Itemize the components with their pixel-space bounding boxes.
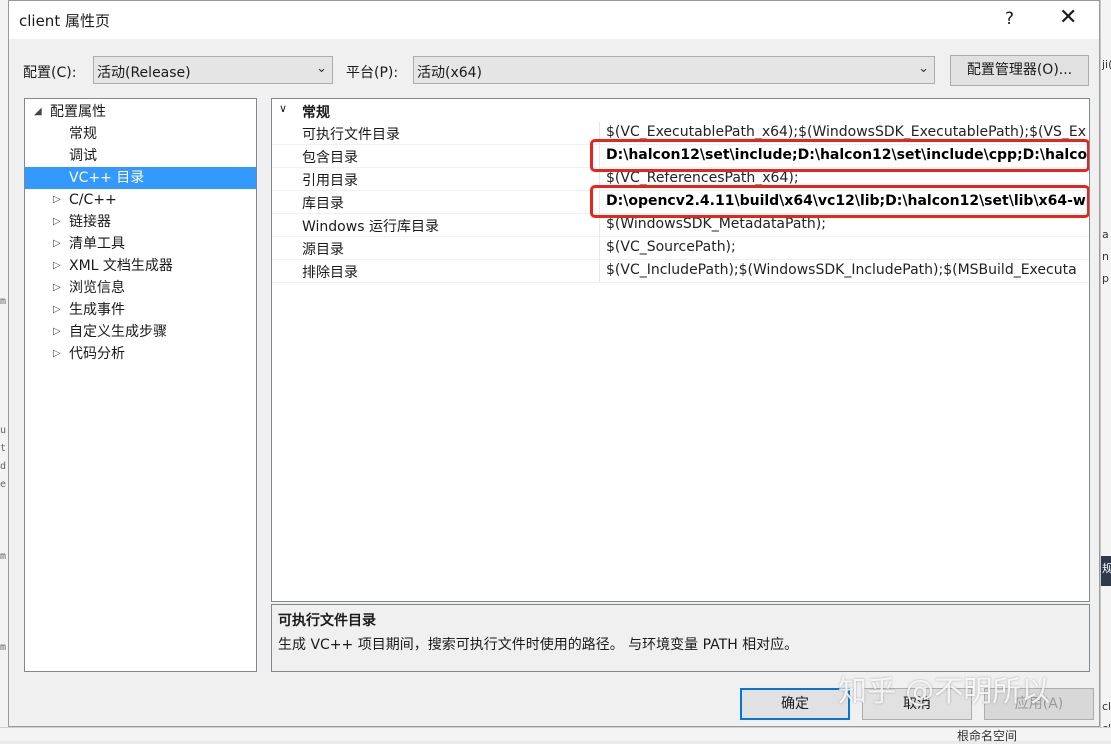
tree-item-c-cpp[interactable]: ▷ C/C++	[25, 189, 256, 211]
background-fragment: n	[1102, 250, 1109, 263]
property-value[interactable]: $(VC_SourcePath);	[606, 239, 736, 255]
tree-item-label: 浏览信息	[69, 280, 125, 296]
property-value[interactable]: D:\halcon12\set\include;D:\halcon12\set\…	[606, 147, 1089, 163]
tree-item-label: 自定义生成步骤	[69, 324, 167, 340]
collapsed-triangle-icon[interactable]: ▷	[53, 233, 61, 255]
collapsed-triangle-icon[interactable]: ▷	[53, 343, 61, 365]
configuration-label: 配置(C):	[23, 65, 77, 81]
collapsed-triangle-icon[interactable]: ▷	[53, 255, 61, 277]
background-fragment: e	[0, 479, 7, 490]
tree-item-debugging[interactable]: 调试	[25, 145, 256, 167]
ok-button[interactable]: 确定	[740, 688, 850, 720]
platform-label: 平台(P):	[346, 65, 399, 81]
background-fragment: m	[0, 551, 7, 562]
property-row-exclude-directories[interactable]: 排除目录 $(VC_IncludePath);$(WindowsSDK_Incl…	[272, 260, 1089, 283]
chevron-down-icon: ⌄	[918, 61, 929, 76]
dialog-title: client 属性页	[19, 12, 110, 30]
expanded-triangle-icon[interactable]: ◢	[34, 101, 42, 123]
tree-item-general[interactable]: 常规	[25, 123, 256, 145]
tree-item-configuration-properties[interactable]: ◢ 配置属性	[25, 101, 256, 123]
property-pages-dialog: client 属性页 ? ✕ 配置(C): 活动(Release) ⌄ 平台(P…	[8, 0, 1100, 727]
property-value[interactable]: $(VC_ExecutablePath_x64);$(WindowsSDK_Ex…	[606, 124, 1086, 140]
chevron-down-icon: ⌄	[316, 61, 327, 76]
category-label: 常规	[302, 105, 330, 121]
tree-item-label: VC++ 目录	[69, 170, 145, 186]
tree-item-custom-build-step[interactable]: ▷ 自定义生成步骤	[25, 321, 256, 343]
collapsed-triangle-icon[interactable]: ▷	[53, 321, 61, 343]
tree-item-browse-information[interactable]: ▷ 浏览信息	[25, 277, 256, 299]
collapsed-triangle-icon[interactable]: ▷	[53, 277, 61, 299]
background-panel-strip: ji( a n p 规 cl cl	[1100, 0, 1111, 740]
configuration-value: 活动(Release)	[97, 65, 191, 81]
description-title: 可执行文件目录	[278, 613, 376, 629]
tree-item-xml-doc-generator[interactable]: ▷ XML 文档生成器	[25, 255, 256, 277]
background-fragment: u	[0, 425, 7, 436]
tree-item-manifest-tool[interactable]: ▷ 清单工具	[25, 233, 256, 255]
property-value[interactable]: $(VC_IncludePath);$(WindowsSDK_IncludePa…	[606, 262, 1077, 278]
tree-item-label: 常规	[69, 126, 97, 142]
tree-item-vc-directories[interactable]: VC++ 目录	[25, 167, 256, 189]
tree-item-code-analysis[interactable]: ▷ 代码分析	[25, 343, 256, 365]
tree-item-label: 清单工具	[69, 236, 125, 252]
tree-item-linker[interactable]: ▷ 链接器	[25, 211, 256, 233]
property-name: 包含目录	[302, 150, 358, 166]
background-fragment: m	[0, 642, 7, 653]
property-value[interactable]: $(WindowsSDK_MetadataPath);	[606, 216, 826, 232]
property-value[interactable]: $(VC_ReferencesPath_x64);	[606, 170, 799, 186]
close-button[interactable]: ✕	[1059, 5, 1077, 30]
background-bottom-strip: 根命名空间	[0, 727, 1111, 743]
background-fragment: p	[1102, 272, 1109, 285]
collapsed-triangle-icon[interactable]: ▷	[53, 299, 61, 321]
property-name: Windows 运行库目录	[302, 219, 439, 235]
tree-item-build-events[interactable]: ▷ 生成事件	[25, 299, 256, 321]
configuration-manager-button[interactable]: 配置管理器(O)...	[950, 55, 1089, 86]
property-row-reference-directories[interactable]: 引用目录 $(VC_ReferencesPath_x64);	[272, 168, 1089, 191]
background-fragment: m	[0, 296, 7, 307]
background-fragment: a	[1102, 228, 1109, 241]
background-fragment: 规	[1102, 562, 1111, 575]
property-name: 库目录	[302, 196, 344, 212]
collapsed-triangle-icon[interactable]: ▷	[53, 211, 61, 233]
background-fragment: cl	[1102, 700, 1111, 713]
tree-item-label: 配置属性	[50, 104, 106, 120]
property-value[interactable]: D:\opencv2.4.11\build\x64\vc12\lib;D:\ha…	[606, 193, 1089, 209]
property-row-executable-directories[interactable]: 可执行文件目录 $(VC_ExecutablePath_x64);$(Windo…	[272, 122, 1089, 145]
chevron-down-icon[interactable]: ∨	[279, 102, 287, 115]
category-general[interactable]: ∨ 常规	[272, 99, 1089, 122]
configuration-dropdown[interactable]: 活动(Release) ⌄	[93, 56, 333, 84]
tree-item-label: 代码分析	[69, 346, 125, 362]
watermark-text: 知乎 @不明所以	[838, 674, 1051, 708]
tree-item-label: 生成事件	[69, 302, 125, 318]
description-panel: 可执行文件目录 生成 VC++ 项目期间，搜索可执行文件时使用的路径。 与环境变…	[271, 604, 1090, 672]
background-fragment: ji(	[1102, 58, 1111, 71]
collapsed-triangle-icon[interactable]: ▷	[53, 189, 61, 211]
property-grid: ∨ 常规 可执行文件目录 $(VC_ExecutablePath_x64);$(…	[271, 98, 1090, 602]
property-row-source-directories[interactable]: 源目录 $(VC_SourcePath);	[272, 237, 1089, 260]
title-bar: client 属性页 ? ✕	[9, 1, 1099, 39]
tree-item-label: 调试	[69, 148, 97, 164]
property-name: 可执行文件目录	[302, 127, 400, 143]
tree-item-label: C/C++	[69, 192, 117, 208]
platform-value: 活动(x64)	[417, 65, 483, 81]
background-fragment: d	[0, 461, 7, 472]
help-button[interactable]: ?	[1005, 9, 1014, 29]
property-tree: ◢ 配置属性 常规 调试 VC++ 目录 ▷ C/C++ ▷ 链接器 ▷ 清单工…	[24, 98, 257, 672]
property-row-library-directories[interactable]: 库目录 D:\opencv2.4.11\build\x64\vc12\lib;D…	[272, 191, 1089, 214]
background-fragment: 根命名空间	[957, 729, 1018, 743]
description-text: 生成 VC++ 项目期间，搜索可执行文件时使用的路径。 与环境变量 PATH 相…	[278, 637, 799, 653]
tree-item-label: 链接器	[69, 214, 111, 230]
property-name: 源目录	[302, 242, 344, 258]
property-row-windows-runtime-directories[interactable]: Windows 运行库目录 $(WindowsSDK_MetadataPath)…	[272, 214, 1089, 237]
property-row-include-directories[interactable]: 包含目录 D:\halcon12\set\include;D:\halcon12…	[272, 145, 1089, 168]
tree-item-label: XML 文档生成器	[69, 258, 173, 274]
background-fragment: t	[0, 443, 7, 454]
platform-dropdown[interactable]: 活动(x64) ⌄	[413, 56, 935, 84]
property-name: 排除目录	[302, 265, 358, 281]
property-name: 引用目录	[302, 173, 358, 189]
